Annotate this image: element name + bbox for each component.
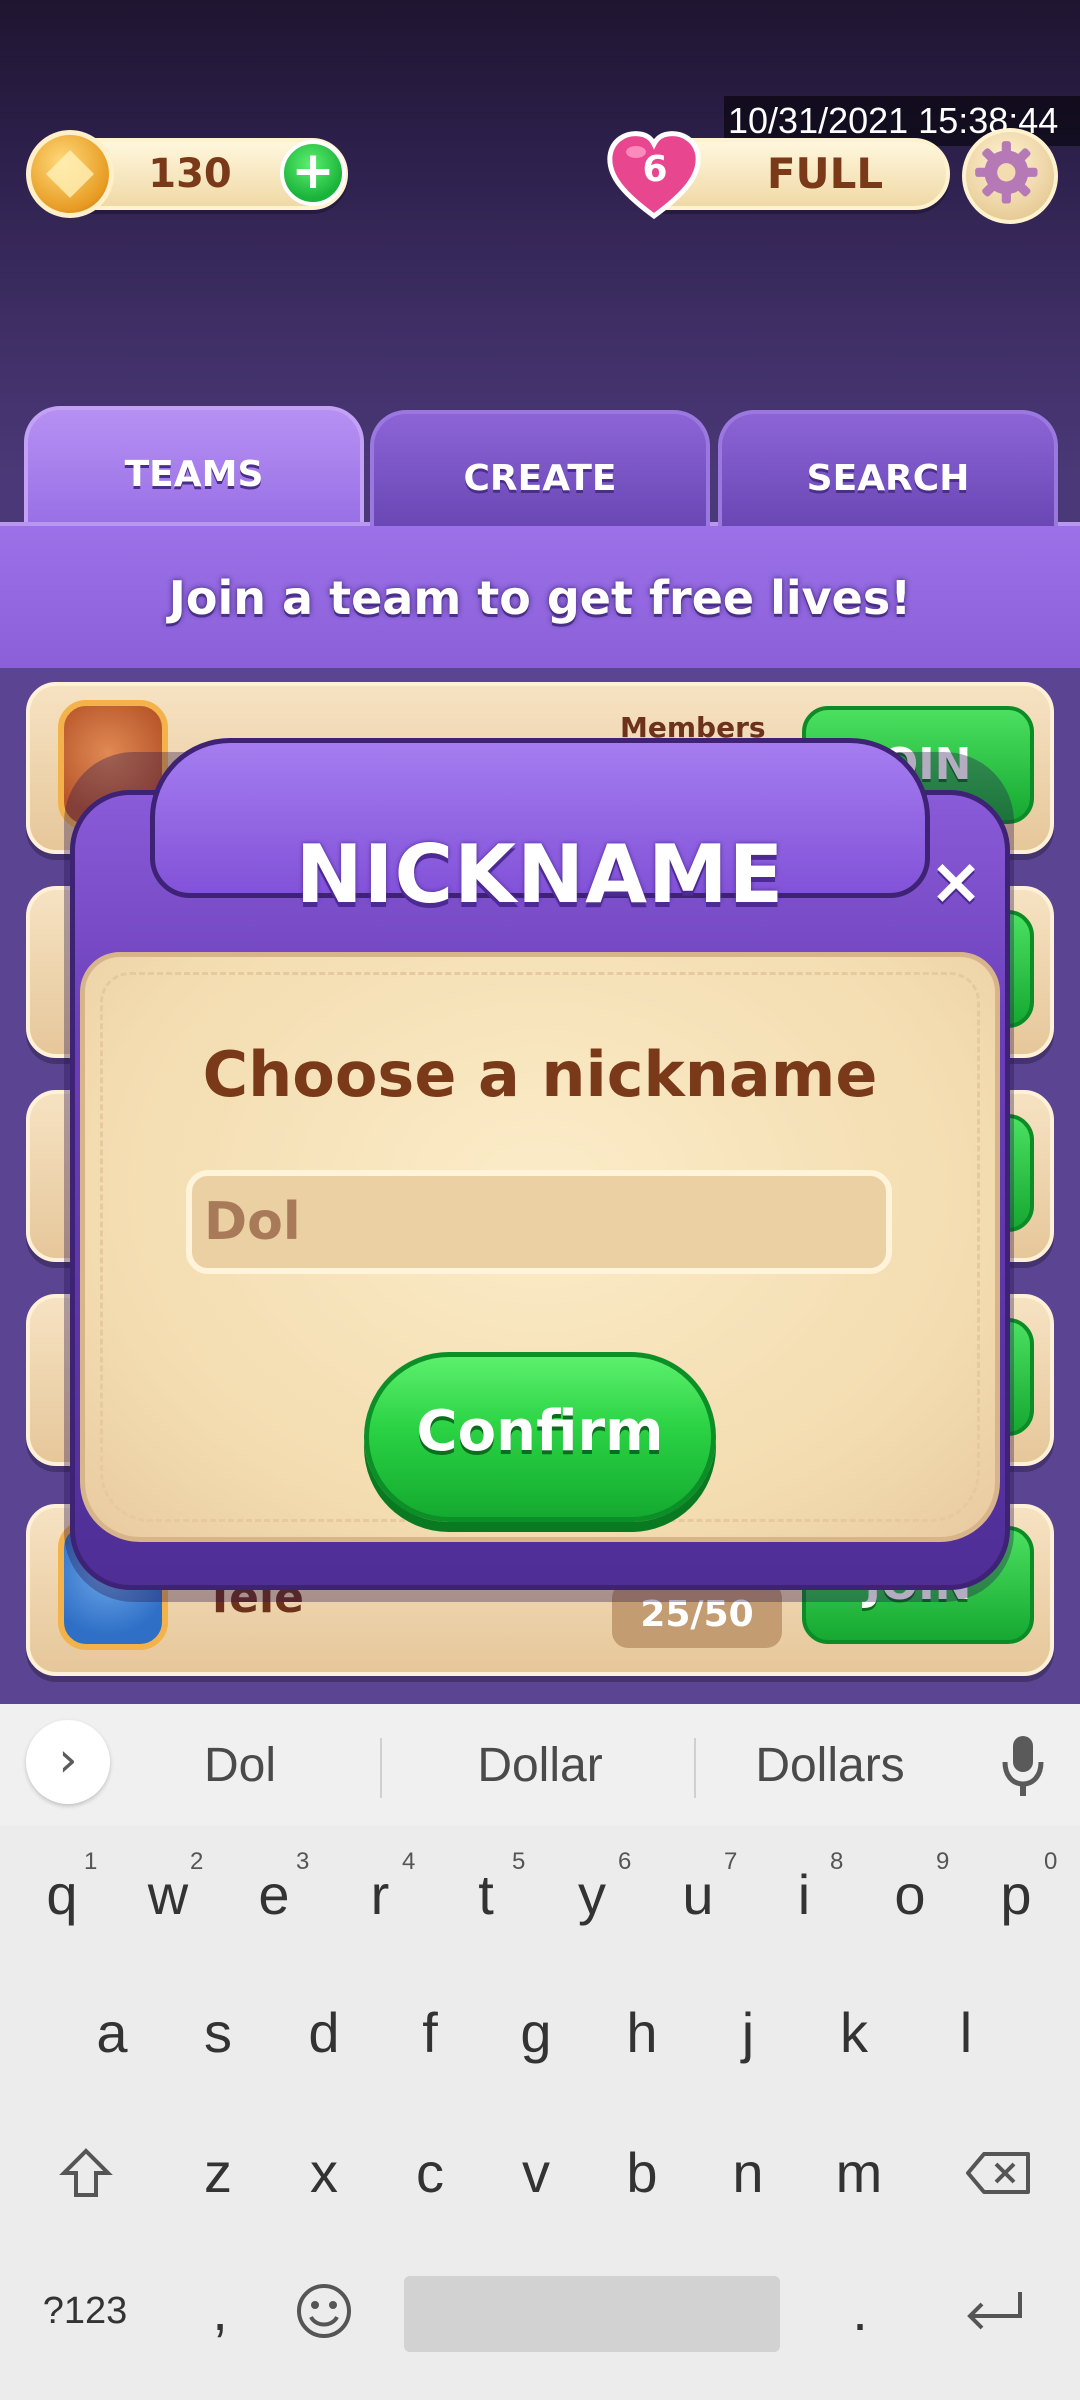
key-hint: 1 <box>84 1848 98 1875</box>
shift-key[interactable] <box>36 2118 136 2228</box>
settings-button[interactable] <box>962 128 1058 224</box>
modal-subtitle: Choose a nickname <box>202 1038 878 1111</box>
suggestion-1[interactable]: Dol <box>140 1734 340 1798</box>
backspace-icon <box>966 2152 1030 2194</box>
enter-icon <box>967 2292 1022 2330</box>
key-x[interactable]: x <box>274 2118 374 2228</box>
chevron-right-icon[interactable]: › <box>26 1720 110 1804</box>
lives-status: FULL <box>766 149 884 198</box>
key-hint: 0 <box>1044 1848 1058 1875</box>
suggestion-divider <box>694 1738 696 1798</box>
key-hint: 3 <box>296 1848 310 1875</box>
period-key[interactable]: . <box>810 2256 910 2366</box>
key-m[interactable]: m <box>804 2118 914 2228</box>
emoji-icon <box>297 2284 351 2338</box>
key-j[interactable]: j <box>698 1978 798 2088</box>
key-a[interactable]: a <box>62 1978 162 2088</box>
key-s[interactable]: s <box>168 1978 268 2088</box>
key-k[interactable]: k <box>804 1978 904 2088</box>
key-hint: 6 <box>618 1848 632 1875</box>
key-v[interactable]: v <box>486 2118 586 2228</box>
suggestion-3[interactable]: Dollars <box>730 1734 930 1798</box>
key-hint: 2 <box>190 1848 204 1875</box>
key-f[interactable]: f <box>380 1978 480 2088</box>
key-z[interactable]: z <box>168 2118 268 2228</box>
key-c[interactable]: c <box>380 2118 480 2228</box>
comma-key[interactable]: , <box>170 2256 270 2366</box>
tab-search[interactable]: SEARCH <box>718 410 1058 526</box>
emoji-key[interactable] <box>274 2256 374 2366</box>
enter-key[interactable] <box>940 2256 1050 2366</box>
coins-count: 130 <box>148 151 232 197</box>
nickname-input[interactable]: Dol <box>186 1170 892 1274</box>
key-n[interactable]: n <box>698 2118 798 2228</box>
backspace-key[interactable] <box>944 2118 1054 2228</box>
key-hint: 7 <box>724 1848 738 1875</box>
close-icon[interactable]: × <box>920 846 992 918</box>
tab-teams[interactable]: TEAMS <box>24 406 364 522</box>
key-g[interactable]: g <box>486 1978 586 2088</box>
symbols-key[interactable]: ?123 <box>20 2256 150 2366</box>
key-hint: 5 <box>512 1848 526 1875</box>
add-coins-button[interactable]: + <box>280 140 346 206</box>
shift-icon <box>59 2148 113 2197</box>
suggestion-divider <box>380 1738 382 1798</box>
space-key[interactable] <box>404 2276 780 2352</box>
key-l[interactable]: l <box>916 1978 1016 2088</box>
modal-title: NICKNAME <box>295 828 785 921</box>
gear-icon <box>975 141 1038 204</box>
lives-count: 6 <box>642 149 668 190</box>
key-d[interactable]: d <box>274 1978 374 2088</box>
confirm-button[interactable]: Confirm <box>364 1352 716 1522</box>
mic-icon[interactable] <box>998 1734 1048 1798</box>
key-hint: 9 <box>936 1848 950 1875</box>
key-h[interactable]: h <box>592 1978 692 2088</box>
coin-icon <box>26 130 114 218</box>
key-hint: 8 <box>830 1848 844 1875</box>
suggestion-2[interactable]: Dollar <box>420 1734 660 1798</box>
tab-create[interactable]: CREATE <box>370 410 710 526</box>
key-b[interactable]: b <box>592 2118 692 2228</box>
join-team-banner: Join a team to get free lives! <box>168 571 912 625</box>
key-hint: 4 <box>402 1848 416 1875</box>
